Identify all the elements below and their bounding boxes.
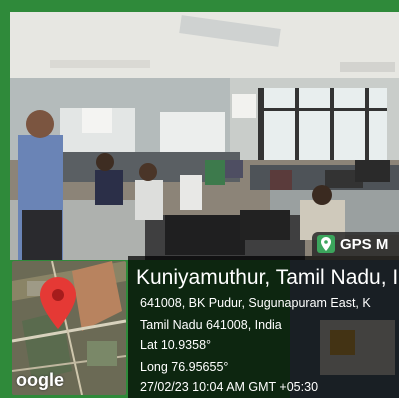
map-pin-icon [317,235,335,253]
location-map: oogle [12,261,126,395]
photo-frame: GPS M oogle Kuniyamuthur, Tamil Nadu, In… [0,0,399,398]
address-line-2: Tamil Nadu 641008, India [140,318,282,332]
longitude: Long 76.95655° [140,360,229,374]
location-info-panel: Kuniyamuthur, Tamil Nadu, In 641008, BK … [128,256,399,398]
timestamp: 27/02/23 10:04 AM GMT +05:30 [140,380,319,394]
google-logo: oogle [16,370,64,390]
location-pin-icon [40,277,76,329]
location-title: Kuniyamuthur, Tamil Nadu, In [136,266,399,289]
address-line-1: 641008, BK Pudur, Sugunapuram East, K [140,296,371,310]
gps-badge-label: GPS M [340,235,389,253]
latitude: Lat 10.9358° [140,338,212,352]
gps-badge: GPS M [312,232,399,256]
